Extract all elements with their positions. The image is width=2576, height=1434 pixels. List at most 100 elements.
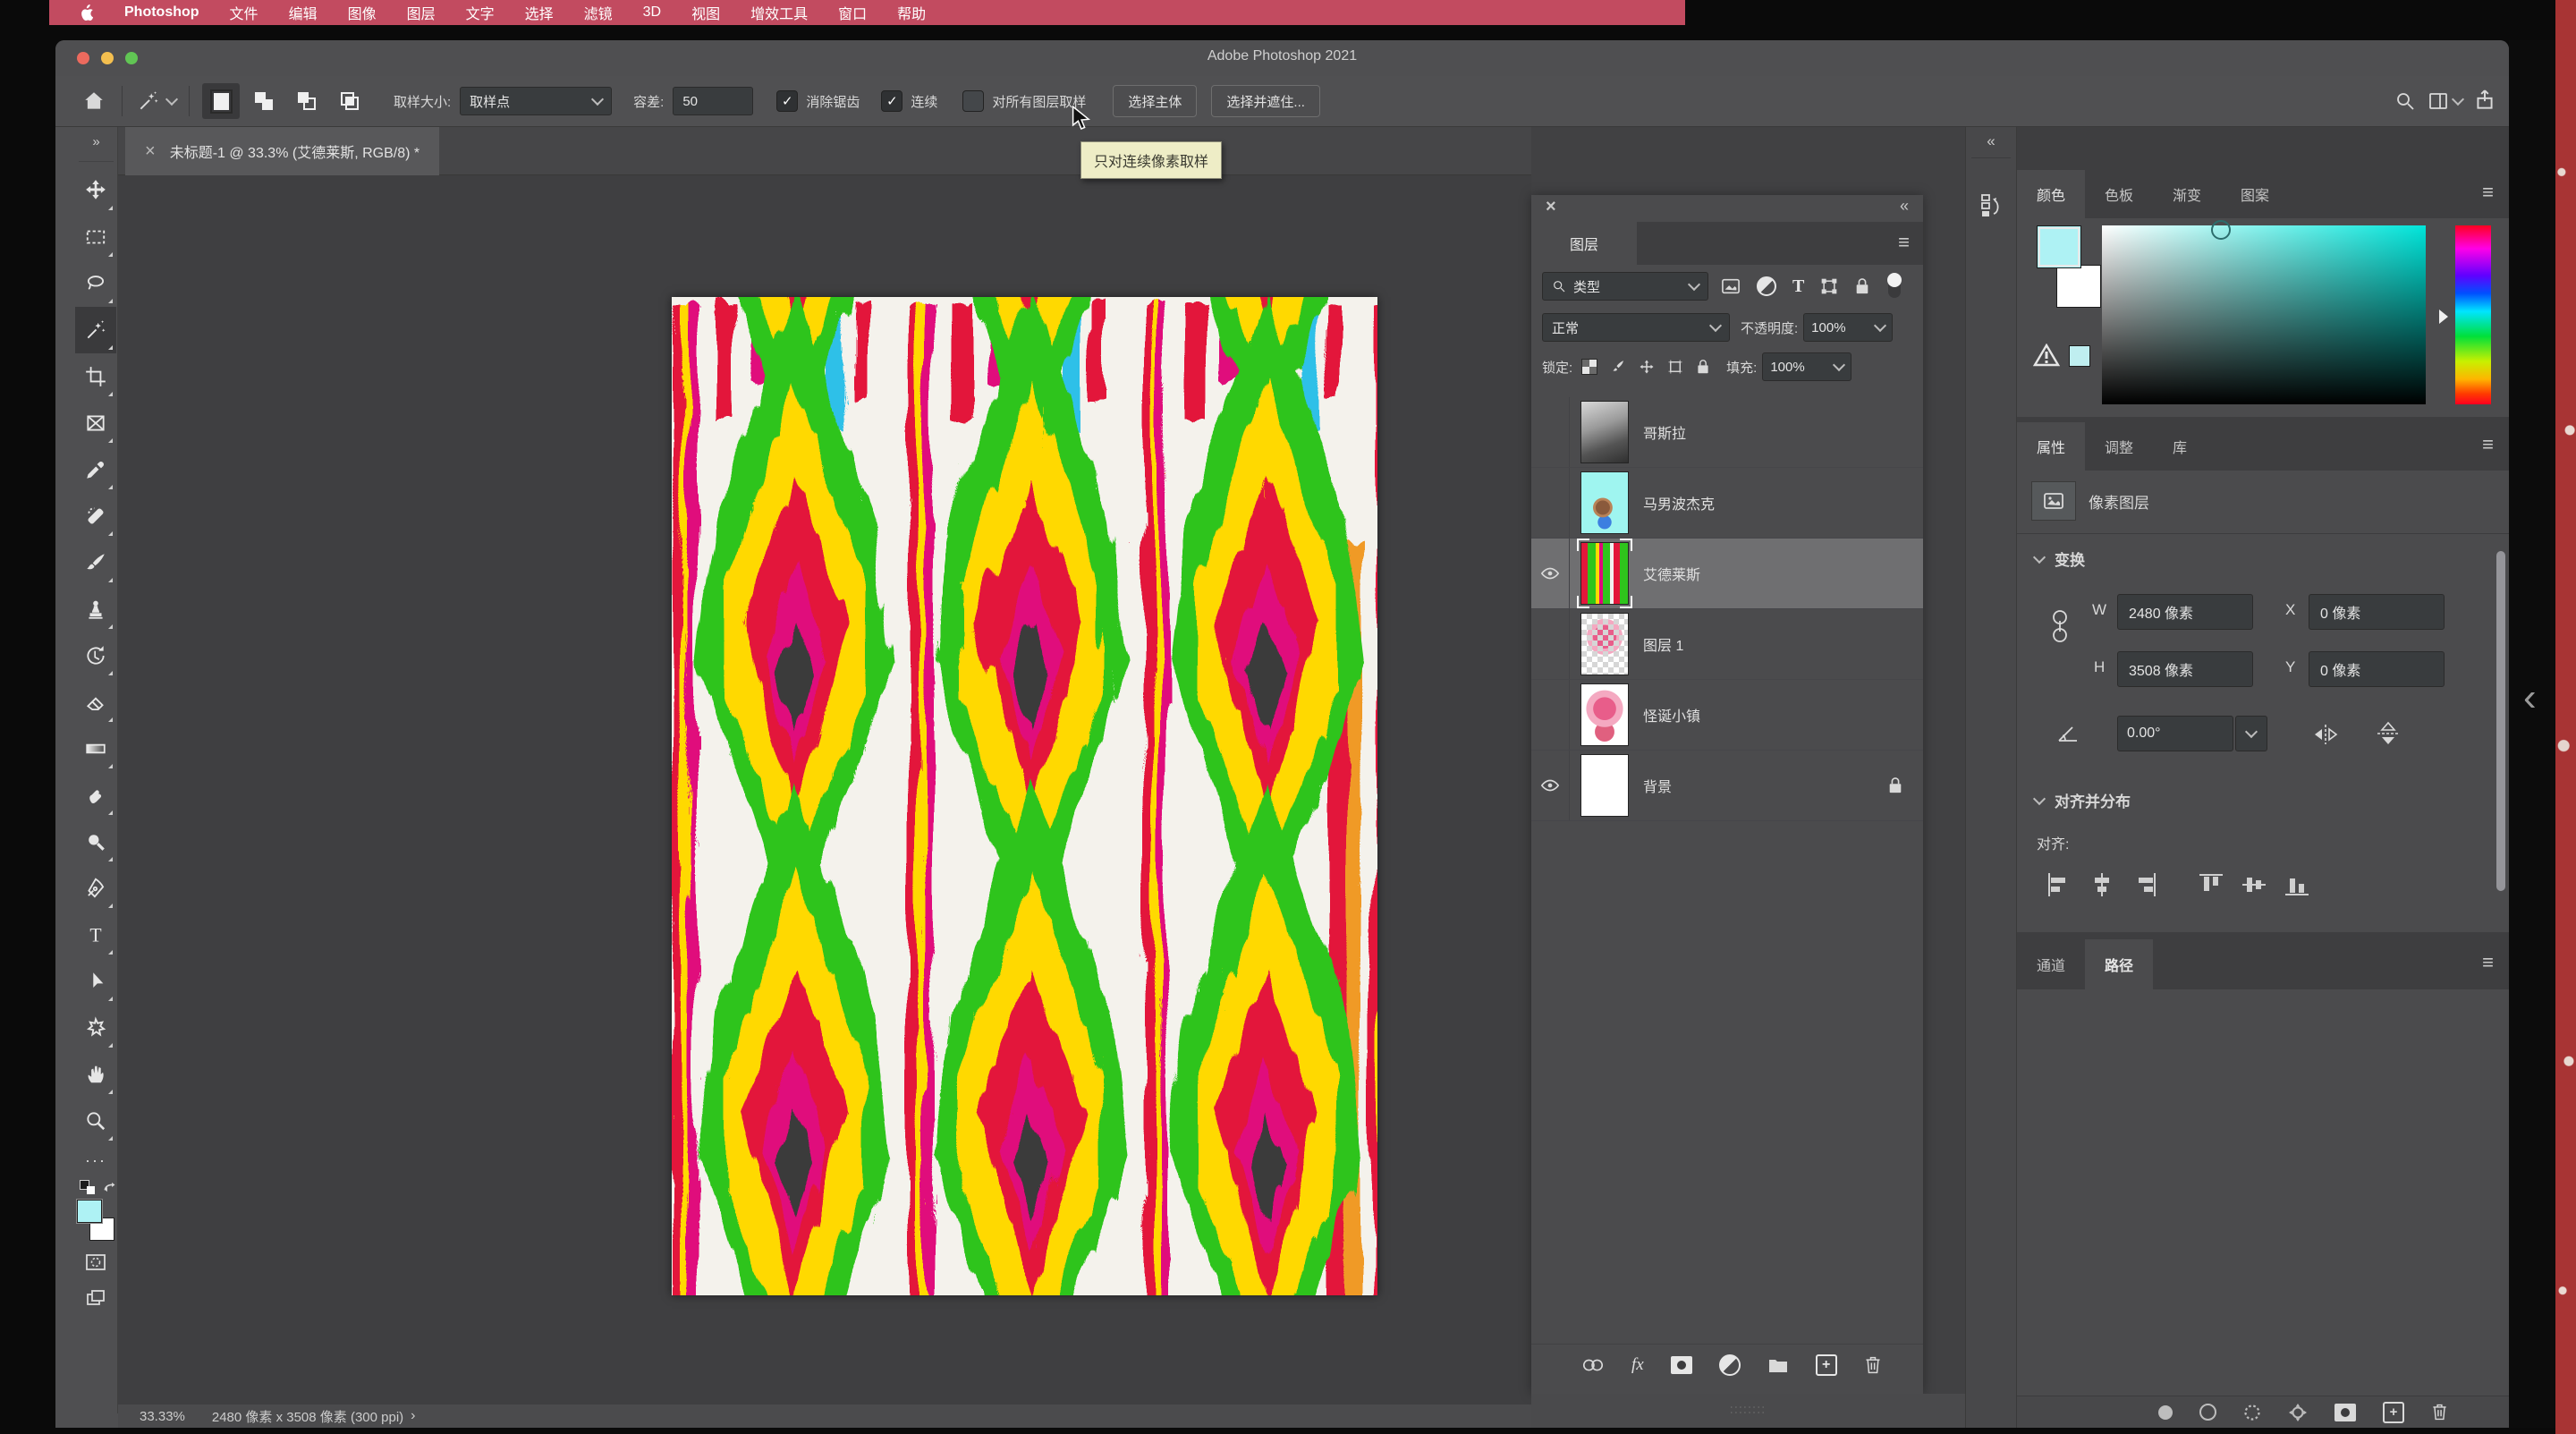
collapse-dock-icon[interactable]: « bbox=[1966, 127, 2016, 150]
panel-menu-icon[interactable]: ≡ bbox=[2482, 951, 2493, 974]
frame-tool[interactable] bbox=[75, 400, 116, 446]
layer-thumbnail[interactable] bbox=[1580, 471, 1629, 534]
gamut-safe-color-chip[interactable] bbox=[2069, 345, 2090, 367]
lock-position-icon[interactable] bbox=[1639, 359, 1655, 375]
angle-field[interactable]: 0.00° bbox=[2117, 716, 2233, 751]
align-right-edges-icon[interactable] bbox=[2131, 871, 2158, 898]
visibility-toggle[interactable] bbox=[1531, 680, 1570, 750]
menu-item-filter[interactable]: 滤镜 bbox=[584, 2, 613, 23]
layer-thumbnail[interactable] bbox=[1580, 542, 1629, 605]
gamut-warning-icon[interactable] bbox=[2033, 344, 2060, 367]
eyedropper-tool[interactable] bbox=[75, 446, 116, 493]
pen-tool[interactable] bbox=[75, 865, 116, 912]
home-button[interactable] bbox=[82, 89, 106, 113]
filter-shape-layers-icon[interactable] bbox=[1820, 277, 1838, 295]
visibility-toggle[interactable] bbox=[1531, 609, 1570, 679]
tab-channels[interactable]: 通道 bbox=[2017, 939, 2085, 989]
move-tool[interactable] bbox=[75, 167, 116, 214]
intersect-selection-mode-button[interactable] bbox=[331, 83, 369, 119]
delete-path-icon[interactable] bbox=[2431, 1403, 2448, 1421]
custom-shape-tool[interactable] bbox=[75, 1005, 116, 1051]
section-collapse-icon[interactable] bbox=[2033, 550, 2046, 563]
brush-tool[interactable] bbox=[75, 539, 116, 586]
adjustment-layer-icon[interactable] bbox=[1719, 1354, 1741, 1376]
history-brush-tool[interactable] bbox=[75, 632, 116, 679]
apple-menu[interactable] bbox=[80, 4, 94, 21]
angle-dropdown[interactable] bbox=[2235, 716, 2267, 751]
height-field[interactable]: 3508 像素 bbox=[2117, 651, 2253, 687]
filter-smart-objects-icon[interactable] bbox=[1854, 277, 1870, 295]
link-layers-icon[interactable] bbox=[1581, 1357, 1605, 1373]
tab-swatches[interactable]: 色板 bbox=[2085, 170, 2153, 218]
blend-mode-select[interactable]: 正常 bbox=[1542, 313, 1730, 342]
layer-row-gravity-falls[interactable]: 怪诞小镇 bbox=[1531, 680, 1923, 751]
search-button[interactable] bbox=[2394, 90, 2416, 116]
dock-resize-strip[interactable]: ∙∙∙∙∙∙∙∙∙∙∙∙∙∙∙∙ bbox=[1531, 1394, 1965, 1428]
menu-item-help[interactable]: 帮助 bbox=[897, 2, 926, 23]
layer-filter-select[interactable]: 类型 bbox=[1542, 272, 1708, 301]
type-tool[interactable]: T bbox=[75, 912, 116, 958]
add-selection-mode-button[interactable] bbox=[245, 83, 283, 119]
visibility-toggle[interactable] bbox=[1531, 751, 1570, 820]
history-panel-icon[interactable] bbox=[1966, 165, 2016, 219]
lock-pixels-icon[interactable] bbox=[1610, 359, 1626, 375]
align-left-edges-icon[interactable] bbox=[2046, 871, 2072, 898]
path-as-selection-icon[interactable] bbox=[2243, 1404, 2261, 1421]
edit-toolbar-button[interactable]: ··· bbox=[75, 1144, 116, 1176]
menu-item-photoshop[interactable]: Photoshop bbox=[124, 4, 199, 21]
layer-row-background[interactable]: 背景 bbox=[1531, 751, 1923, 821]
tab-color[interactable]: 颜色 bbox=[2017, 170, 2085, 218]
subtract-selection-mode-button[interactable] bbox=[288, 83, 326, 119]
menu-item-layer[interactable]: 图层 bbox=[407, 2, 436, 23]
expand-toolbar-button[interactable]: » bbox=[75, 127, 117, 156]
visibility-toggle[interactable] bbox=[1531, 397, 1570, 467]
filter-adjustment-layers-icon[interactable] bbox=[1757, 276, 1776, 296]
workspace-switcher-button[interactable] bbox=[2428, 90, 2462, 112]
magic-wand-tool-preset[interactable] bbox=[137, 89, 176, 113]
eraser-tool[interactable] bbox=[75, 679, 116, 725]
new-selection-mode-button[interactable] bbox=[202, 83, 240, 119]
menu-item-select[interactable]: 选择 bbox=[525, 2, 554, 23]
align-vertical-centers-icon[interactable] bbox=[2241, 871, 2267, 898]
section-collapse-icon[interactable] bbox=[2033, 792, 2046, 804]
menu-item-plugins[interactable]: 增效工具 bbox=[750, 2, 808, 23]
panel-menu-icon[interactable]: ≡ bbox=[2482, 181, 2493, 204]
hue-slider[interactable] bbox=[2455, 225, 2491, 404]
canvas-image[interactable] bbox=[672, 297, 1377, 1295]
rectangular-marquee-tool[interactable] bbox=[75, 214, 116, 260]
layer-thumbnail[interactable] bbox=[1580, 401, 1629, 463]
fill-select[interactable]: 100% bbox=[1762, 352, 1852, 381]
spot-healing-brush-tool[interactable] bbox=[75, 493, 116, 539]
filter-pixel-layers-icon[interactable] bbox=[1721, 277, 1741, 295]
add-mask-icon[interactable] bbox=[2334, 1404, 2356, 1421]
menu-item-image[interactable]: 图像 bbox=[348, 2, 377, 23]
panel-menu-icon[interactable]: ≡ bbox=[2482, 433, 2493, 456]
clone-stamp-tool[interactable] bbox=[75, 586, 116, 632]
collapse-panel-icon[interactable]: « bbox=[1900, 197, 1909, 216]
panel-menu-icon[interactable]: ≡ bbox=[1898, 231, 1909, 254]
lock-transparency-icon[interactable] bbox=[1581, 359, 1597, 375]
menu-item-edit[interactable]: 编辑 bbox=[289, 2, 318, 23]
menu-item-file[interactable]: 文件 bbox=[230, 2, 258, 23]
document-tab[interactable]: × 未标题-1 @ 33.3% (艾德莱斯, RGB/8) * bbox=[125, 127, 439, 175]
filter-type-layers-icon[interactable]: T bbox=[1792, 276, 1804, 297]
layer-row-bojack[interactable]: 马男波杰克 bbox=[1531, 468, 1923, 539]
new-path-icon[interactable]: + bbox=[2383, 1402, 2404, 1423]
foreground-color-swatch[interactable] bbox=[2037, 225, 2081, 268]
anti-alias-checkbox[interactable]: ✓ bbox=[776, 90, 798, 112]
select-and-mask-button[interactable]: 选择并遮住... bbox=[1211, 85, 1320, 117]
layer-row-layer1[interactable]: 图层 1 bbox=[1531, 609, 1923, 680]
zoom-tool[interactable] bbox=[75, 1098, 116, 1144]
back-chevron-icon[interactable]: ‹ bbox=[2523, 675, 2537, 720]
y-field[interactable]: 0 像素 bbox=[2309, 651, 2445, 687]
background-color-swatch[interactable] bbox=[2056, 265, 2101, 308]
delete-layer-icon[interactable] bbox=[1864, 1355, 1882, 1375]
flip-horizontal-icon[interactable] bbox=[2312, 723, 2339, 746]
new-layer-icon[interactable]: + bbox=[1816, 1354, 1837, 1376]
lasso-tool[interactable] bbox=[75, 260, 116, 307]
quick-mask-button[interactable] bbox=[75, 1244, 116, 1280]
default-colors-button[interactable] bbox=[80, 1180, 95, 1194]
hand-tool[interactable] bbox=[75, 1051, 116, 1098]
visibility-toggle[interactable] bbox=[1531, 468, 1570, 538]
sample-size-select[interactable]: 取样点 bbox=[460, 87, 612, 115]
